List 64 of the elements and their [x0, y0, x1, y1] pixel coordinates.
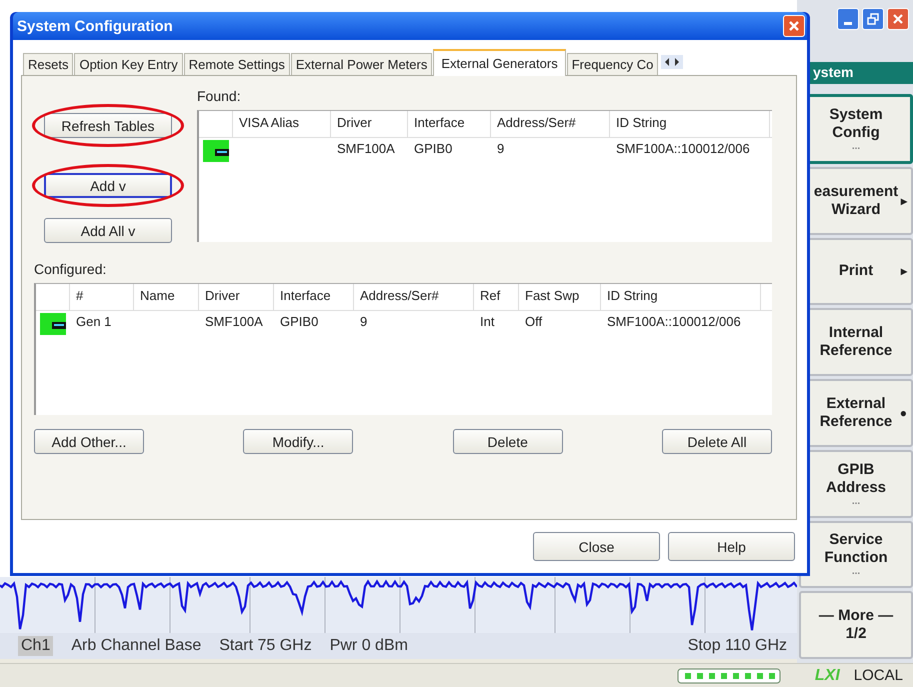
action-button[interactable]: Add v — [44, 173, 172, 198]
tab[interactable]: Remote Settings — [184, 53, 290, 75]
column-header[interactable]: ID String — [601, 284, 761, 310]
table-cell-text: SMF100A — [336, 140, 396, 158]
table-cell-text: SMF100A::100012/006 — [615, 140, 751, 158]
action-button[interactable]: Add All v — [44, 218, 172, 243]
close-button[interactable] — [887, 8, 909, 30]
column-header[interactable]: Ref — [474, 284, 519, 310]
column-header[interactable]: Interface — [408, 111, 491, 137]
close-icon — [892, 13, 904, 25]
table-cell-text: Off — [524, 313, 544, 331]
action-button[interactable]: Delete All — [662, 429, 772, 454]
tab[interactable]: Frequency Co — [566, 53, 658, 75]
status-text: Start 75 GHz — [219, 637, 312, 655]
mode-text: LOCAL — [854, 667, 903, 684]
column-header[interactable]: Name — [134, 284, 199, 310]
column-header[interactable]: Address/Ser# — [354, 284, 474, 310]
column-header[interactable]: Driver — [331, 111, 408, 137]
window-title: System Configuration — [17, 18, 173, 34]
action-button[interactable]: Add Other... — [34, 429, 144, 454]
minimize-icon — [844, 22, 852, 24]
close-button[interactable] — [783, 15, 805, 37]
action-button[interactable]: Modify... — [243, 429, 354, 454]
column-header[interactable]: Address/Ser# — [491, 111, 610, 137]
column-header[interactable]: Interface — [274, 284, 354, 310]
status-text: Pwr 0 dBm — [330, 637, 408, 655]
action-button[interactable]: Delete — [452, 429, 563, 454]
table-cell-text: SMF100A::100012/006 — [606, 313, 742, 331]
table-cell-text: 9 — [359, 313, 368, 331]
minimize-button[interactable] — [837, 8, 859, 30]
status-text: Stop 110 GHz — [688, 637, 787, 655]
scroll-right-icon[interactable] — [673, 57, 682, 67]
channel-label[interactable]: Ch1 — [18, 636, 54, 656]
led-meter-icon — [676, 668, 781, 684]
restore-icon — [867, 13, 879, 25]
table-cell-text: GPIB0 — [279, 313, 320, 331]
tab[interactable]: Resets — [23, 53, 74, 75]
table-cell-text: GPIB0 — [413, 140, 454, 158]
tab[interactable]: External Power Meters — [290, 53, 432, 75]
column-header[interactable]: VISA Alias — [233, 111, 331, 137]
table-cell-text: Gen 1 — [75, 313, 112, 331]
dialog-button[interactable]: Help — [668, 532, 795, 561]
column-header[interactable]: Fast Swp — [519, 284, 601, 310]
tab[interactable]: External Generators — [433, 49, 566, 76]
logo-text: LXI — [814, 666, 840, 684]
softkey[interactable]: Service Function ... — [799, 520, 913, 588]
tab[interactable]: Option Key Entry — [74, 53, 183, 75]
column-header[interactable]: # — [70, 284, 134, 310]
table-label: Found: — [197, 88, 242, 104]
table-label: Configured: — [34, 261, 108, 277]
table-cell-text: 9 — [496, 140, 506, 158]
status-text: Arb Channel Base — [71, 637, 202, 655]
device-status-icon — [40, 313, 66, 335]
dialog-button[interactable]: Close — [533, 532, 660, 561]
close-icon — [788, 20, 800, 32]
restore-button[interactable] — [862, 8, 884, 30]
scroll-left-icon[interactable] — [663, 57, 672, 67]
table-cell-text: Int — [479, 313, 496, 331]
column-header[interactable]: ID String — [610, 111, 770, 137]
table-cell-text: SMF100A — [204, 313, 264, 331]
device-status-icon — [203, 140, 229, 162]
softkey[interactable]: — More — 1/2 — [799, 591, 913, 659]
column-header[interactable]: Driver — [199, 284, 274, 310]
action-button[interactable]: Refresh Tables — [44, 113, 172, 138]
